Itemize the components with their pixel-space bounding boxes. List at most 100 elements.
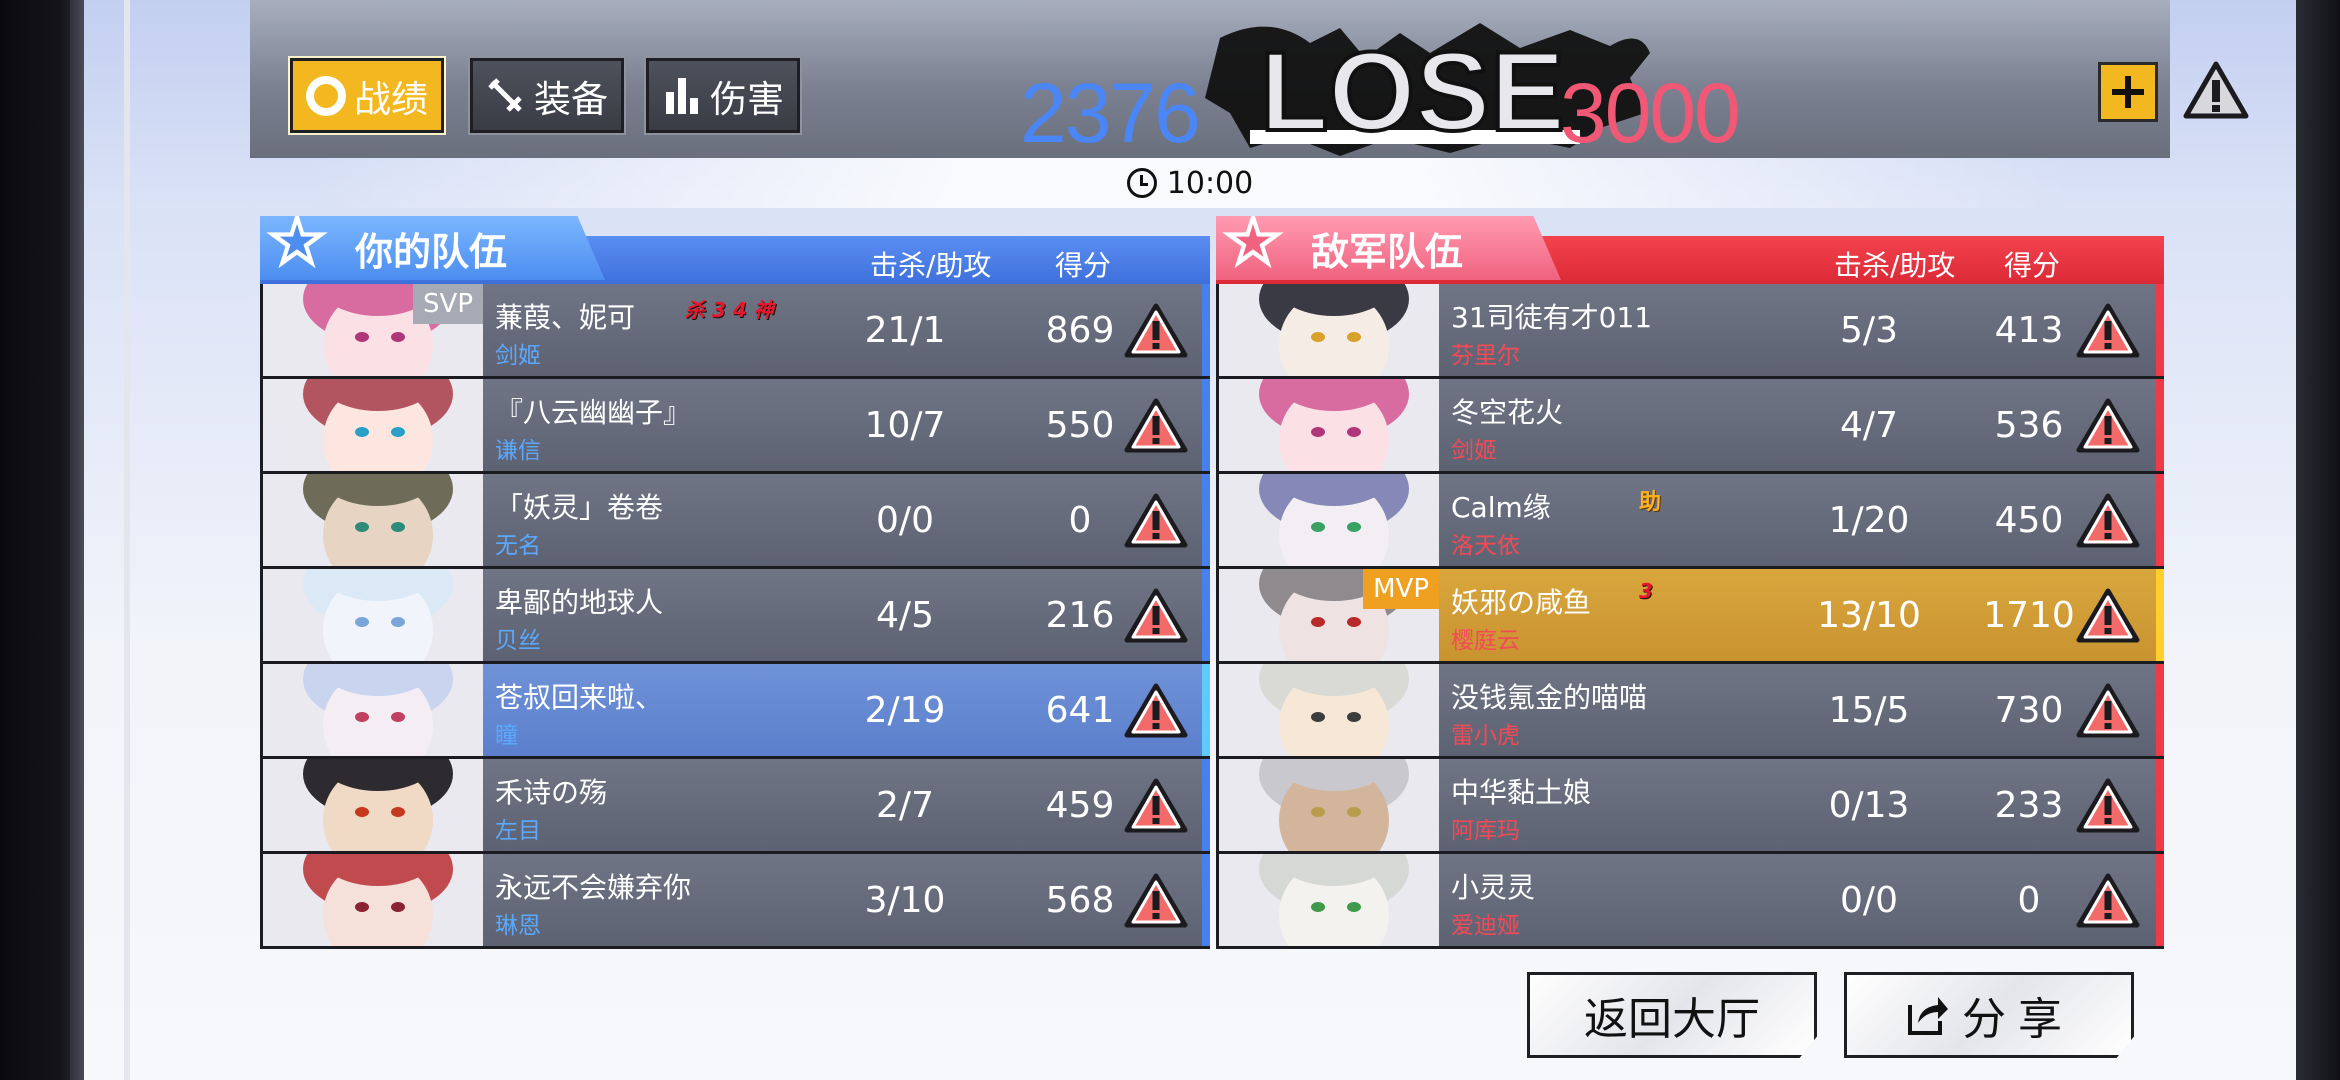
- kill-assist: 0/0: [1840, 880, 1898, 921]
- result-screen: 战绩 装备 伤害 2376 LOSE 3000 10:00 你的队伍 击杀/助攻…: [84, 0, 2296, 1080]
- tools-icon: [486, 76, 526, 116]
- hero-name: 阿库玛: [1451, 818, 1520, 844]
- player-avatar: [1219, 284, 1439, 376]
- report-player-button[interactable]: [2075, 682, 2141, 740]
- player-name: 没钱氪金的喵喵: [1451, 681, 1648, 714]
- hero-name: 爱迪娅: [1451, 913, 1520, 939]
- player-row[interactable]: SVP 蒹葭、妮可 剑姬 21/1 869 杀 3 4 神: [263, 284, 1210, 379]
- report-player-button[interactable]: [1123, 397, 1189, 455]
- svg-text:LOSE: LOSE: [1260, 29, 1565, 154]
- player-row[interactable]: 冬空花火 剑姬 4/7 536: [1219, 379, 2164, 474]
- player-name: Calm缘: [1451, 491, 1551, 524]
- share-icon: [1908, 997, 1948, 1035]
- player-row[interactable]: 卑鄙的地球人 贝丝 4/5 216: [263, 569, 1210, 664]
- match-timer: 10:00: [84, 158, 2296, 208]
- report-player-button[interactable]: [2075, 302, 2141, 360]
- add-friend-button[interactable]: [2098, 62, 2158, 122]
- player-row[interactable]: 『八云幽幽子』 谦信 10/7 550: [263, 379, 1210, 474]
- player-row[interactable]: 没钱氪金的喵喵 雷小虎 15/5 730: [1219, 664, 2164, 759]
- hero-name: 剑姬: [495, 343, 541, 369]
- player-avatar: [263, 474, 483, 566]
- player-avatar: MVP: [1219, 569, 1439, 661]
- left-bezel: [0, 0, 84, 1080]
- clock-icon: [1126, 168, 1157, 198]
- player-avatar: [263, 569, 483, 661]
- player-name: 妖邪の咸鱼: [1451, 586, 1592, 619]
- player-name: 卑鄙的地球人: [495, 586, 664, 619]
- enemy-team-title: 敌军队伍: [1311, 229, 1464, 274]
- enemy-team-badge: 敌军队伍: [1216, 216, 1561, 280]
- kill-assist: 2/19: [864, 690, 946, 731]
- kill-assist: 4/7: [1840, 405, 1898, 446]
- kill-streak-badge: 3: [1639, 579, 1653, 603]
- svp-tag: SVP: [413, 284, 483, 324]
- report-player-button[interactable]: [2075, 872, 2141, 930]
- player-row[interactable]: 「妖灵」卷卷 无名 0/0 0: [263, 474, 1210, 569]
- kill-assist: 10/7: [864, 405, 946, 446]
- hero-name: 芬里尔: [1451, 343, 1520, 369]
- kill-assist: 21/1: [864, 310, 946, 351]
- player-avatar: [263, 664, 483, 756]
- enemy-total-score: 3000: [1560, 66, 1741, 160]
- ally-team-badge: 你的队伍: [260, 216, 605, 280]
- player-name: 冬空花火: [1451, 396, 1564, 429]
- player-row[interactable]: 小灵灵 爱迪娅 0/0 0: [1219, 854, 2164, 949]
- enemy-col-kill-assist: 击杀/助攻: [1834, 249, 1956, 282]
- report-player-button[interactable]: [1123, 492, 1189, 550]
- kill-assist: 2/7: [876, 785, 934, 826]
- player-avatar: [263, 759, 483, 851]
- report-player-button[interactable]: [1123, 777, 1189, 835]
- player-name: 蒹葭、妮可: [495, 301, 636, 334]
- star-icon: [1222, 216, 1284, 269]
- player-name: 苍叔回来啦、: [495, 681, 664, 714]
- player-avatar: [1219, 759, 1439, 851]
- share-label: 分享: [1962, 994, 2074, 1045]
- kill-assist: 0/0: [876, 500, 934, 541]
- player-avatar: [263, 379, 483, 471]
- return-lobby-button[interactable]: 返回大厅: [1527, 972, 1817, 1058]
- player-row[interactable]: 禾诗の殇 左目 2/7 459: [263, 759, 1210, 854]
- player-name: 禾诗の殇: [495, 776, 608, 809]
- ally-team-title: 你的队伍: [355, 229, 508, 274]
- tab-damage[interactable]: 伤害: [644, 56, 802, 135]
- player-name: 『八云幽幽子』: [495, 396, 692, 429]
- ally-team-panel: 你的队伍 击杀/助攻 得分 SVP 蒹葭、妮可 剑姬 21/1 869 杀 3 4 神『八…: [260, 216, 1210, 949]
- ally-total-score: 2376: [1020, 66, 1201, 160]
- hero-name: 雷小虎: [1451, 723, 1520, 749]
- player-avatar: [1219, 379, 1439, 471]
- player-row[interactable]: 苍叔回来啦、瞳 2/19 641: [263, 664, 1210, 759]
- report-player-button[interactable]: [2075, 397, 2141, 455]
- hero-name: 瞳: [495, 723, 518, 749]
- report-player-button[interactable]: [1123, 587, 1189, 645]
- top-bar: 战绩 装备 伤害 2376 LOSE 3000: [250, 0, 2249, 160]
- player-name: 31司徒有才011: [1451, 301, 1653, 334]
- ally-team-header: 你的队伍 击杀/助攻 得分: [260, 216, 1210, 284]
- report-player-button[interactable]: [1123, 302, 1189, 360]
- enemy-team-panel: 敌军队伍 击杀/助攻 得分 31司徒有才011 芬里尔 5/3 413 冬空花火 剑姬 4/…: [1216, 216, 2164, 949]
- hero-name: 左目: [495, 818, 541, 844]
- report-player-button[interactable]: [2075, 587, 2141, 645]
- tab-record-label: 战绩: [354, 77, 428, 121]
- star-icon: [266, 216, 328, 269]
- ally-col-kill-assist: 击杀/助攻: [870, 249, 992, 282]
- player-row[interactable]: MVP 妖邪の咸鱼 樱庭云 13/10 1710 3: [1219, 569, 2164, 664]
- player-row[interactable]: 31司徒有才011 芬里尔 5/3 413: [1219, 284, 2164, 379]
- report-button[interactable]: [2182, 60, 2250, 122]
- tab-equipment[interactable]: 装备: [468, 56, 626, 135]
- enemy-col-score: 得分: [2004, 249, 2061, 282]
- player-avatar: [1219, 664, 1439, 756]
- kill-assist: 0/13: [1828, 785, 1910, 826]
- report-player-button[interactable]: [1123, 682, 1189, 740]
- hero-name: 无名: [495, 533, 541, 559]
- report-player-button[interactable]: [2075, 777, 2141, 835]
- report-player-button[interactable]: [1123, 872, 1189, 930]
- player-row[interactable]: 中华黏土娘 阿库玛 0/13 233: [1219, 759, 2164, 854]
- share-button[interactable]: 分享: [1844, 972, 2134, 1058]
- player-row[interactable]: Calm缘 洛天依 1/20 450 助: [1219, 474, 2164, 569]
- player-name: 小灵灵: [1451, 871, 1536, 904]
- kill-assist: 5/3: [1840, 310, 1898, 351]
- player-name: 「妖灵」卷卷: [495, 491, 664, 524]
- player-row[interactable]: 永远不会嫌弃你 琳恩 3/10 568: [263, 854, 1210, 949]
- report-player-button[interactable]: [2075, 492, 2141, 550]
- tab-record[interactable]: 战绩: [288, 56, 446, 135]
